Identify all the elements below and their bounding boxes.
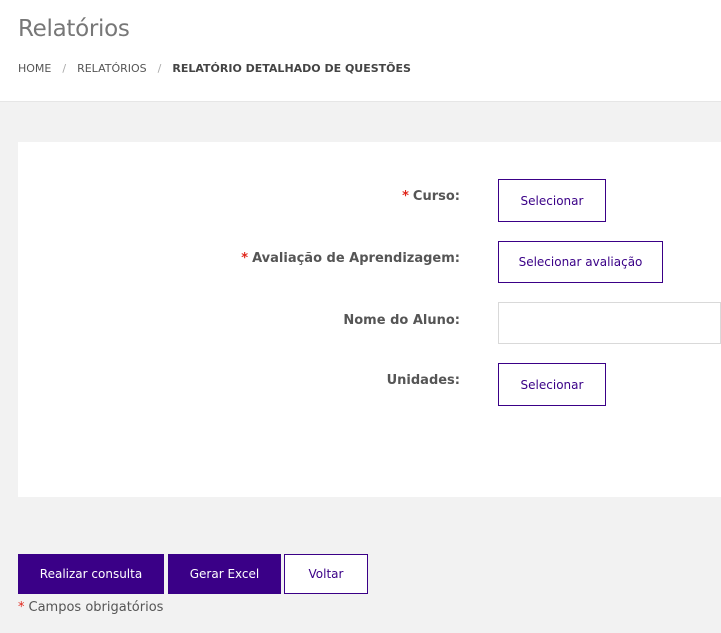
page-title: Relatórios <box>18 16 130 42</box>
breadcrumb-separator: / <box>157 62 162 75</box>
required-fields-note: * Campos obrigatórios <box>18 600 163 615</box>
unidades-label: Unidades: <box>386 373 460 388</box>
page-header: Relatórios HOME / RELATÓRIOS / RELATÓRIO… <box>0 0 721 102</box>
realizar-consulta-button[interactable]: Realizar consulta <box>18 554 164 594</box>
required-mark: * <box>241 251 249 266</box>
required-mark: * <box>18 600 25 615</box>
breadcrumb-home[interactable]: HOME <box>18 62 51 75</box>
curso-label: * Curso: <box>402 189 460 204</box>
voltar-button[interactable]: Voltar <box>284 554 368 594</box>
nome-aluno-label: Nome do Aluno: <box>343 313 460 328</box>
required-fields-text: Campos obrigatórios <box>28 600 164 615</box>
curso-label-text: Curso: <box>412 189 460 204</box>
required-mark: * <box>402 189 409 204</box>
avaliacao-label: * Avaliação de Aprendizagem: <box>241 251 460 266</box>
nome-aluno-input[interactable] <box>498 302 721 344</box>
avaliacao-label-text: Avaliação de Aprendizagem: <box>252 251 460 266</box>
select-curso-button[interactable]: Selecionar <box>498 179 606 222</box>
breadcrumb: HOME / RELATÓRIOS / RELATÓRIO DETALHADO … <box>18 62 411 75</box>
select-unidades-button[interactable]: Selecionar <box>498 363 606 406</box>
gerar-excel-button[interactable]: Gerar Excel <box>168 554 281 594</box>
select-avaliacao-button[interactable]: Selecionar avaliação <box>498 241 663 283</box>
filter-form: * Curso: Selecionar * Avaliação de Aprendi… <box>18 142 721 497</box>
breadcrumb-current: RELATÓRIO DETALHADO DE QUESTÕES <box>172 62 411 75</box>
breadcrumb-separator: / <box>62 62 67 75</box>
breadcrumb-reports[interactable]: RELATÓRIOS <box>77 62 147 75</box>
